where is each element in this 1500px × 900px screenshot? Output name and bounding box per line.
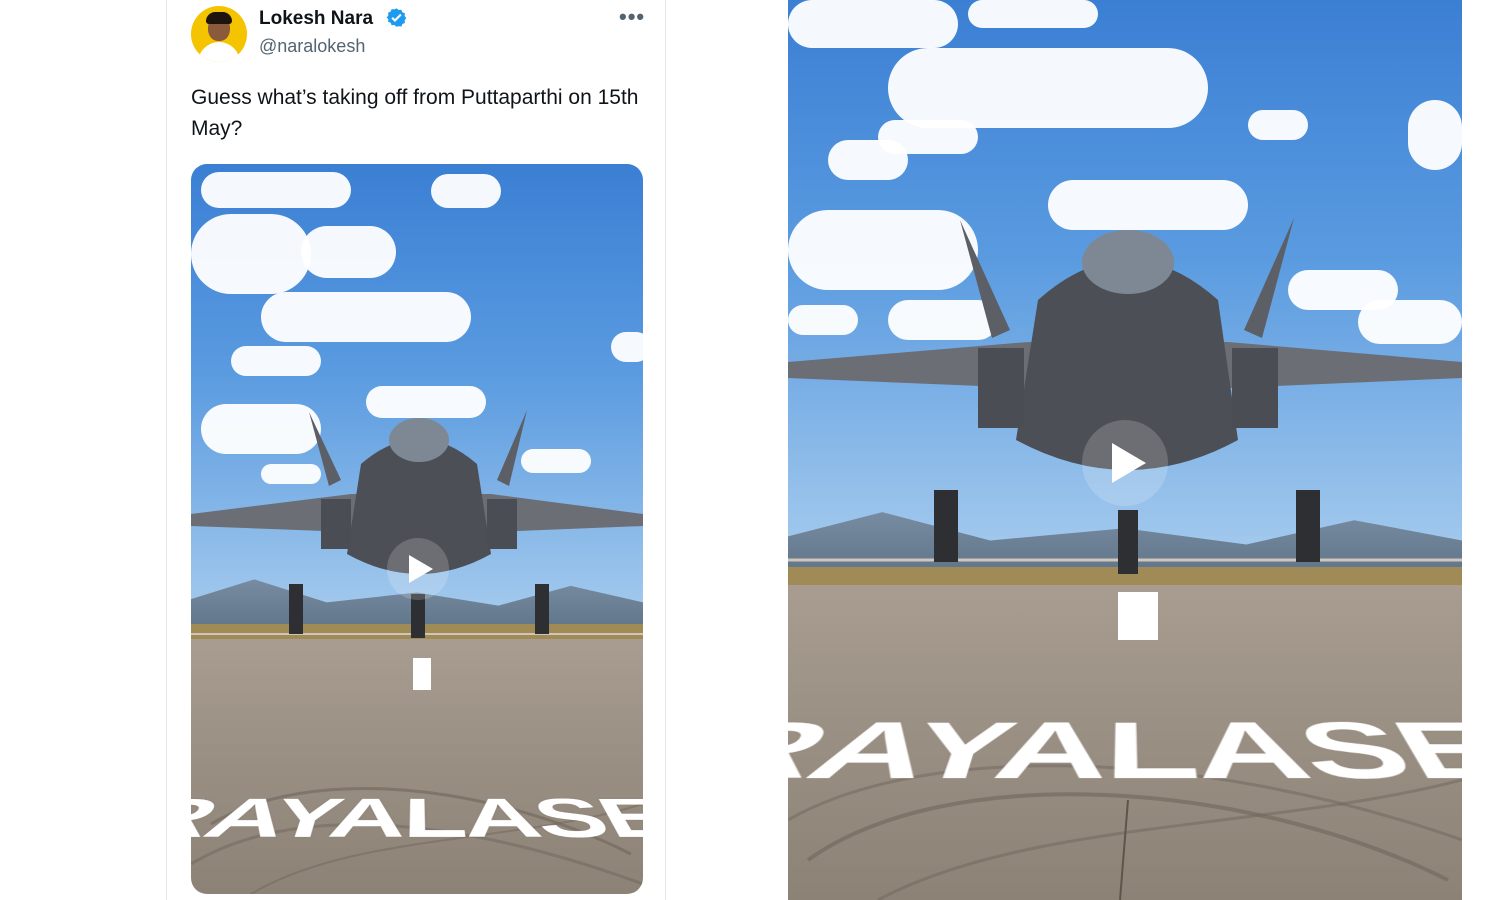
tweet-video[interactable]: RAYALASEEMA <box>191 164 643 894</box>
avatar-shirt <box>198 42 240 62</box>
play-icon <box>409 555 433 583</box>
verified-badge-icon <box>386 8 407 27</box>
tweet-text: Guess what’s taking off from Puttaparthi… <box>191 86 639 140</box>
author-name[interactable]: Lokesh Nara <box>259 8 373 30</box>
runway-text: RAYALASEEMA <box>191 788 643 851</box>
author-handle[interactable]: @naralokesh <box>259 36 365 57</box>
play-button[interactable] <box>1082 420 1168 506</box>
fighter-jet <box>191 410 643 638</box>
tweet-card: Lokesh Nara @naralokesh ••• Guess what’s… <box>166 0 666 900</box>
avatar[interactable] <box>191 6 247 62</box>
video-thumbnail: RAYALASEEMA <box>191 164 643 894</box>
play-button[interactable] <box>387 538 449 600</box>
play-icon <box>1112 443 1146 483</box>
avatar-hair <box>206 12 232 24</box>
enlarged-video[interactable]: RAYALASEEMA <box>788 0 1462 900</box>
more-options-icon[interactable]: ••• <box>619 4 645 30</box>
runway-text: RAYALASEEMA <box>788 708 1462 799</box>
